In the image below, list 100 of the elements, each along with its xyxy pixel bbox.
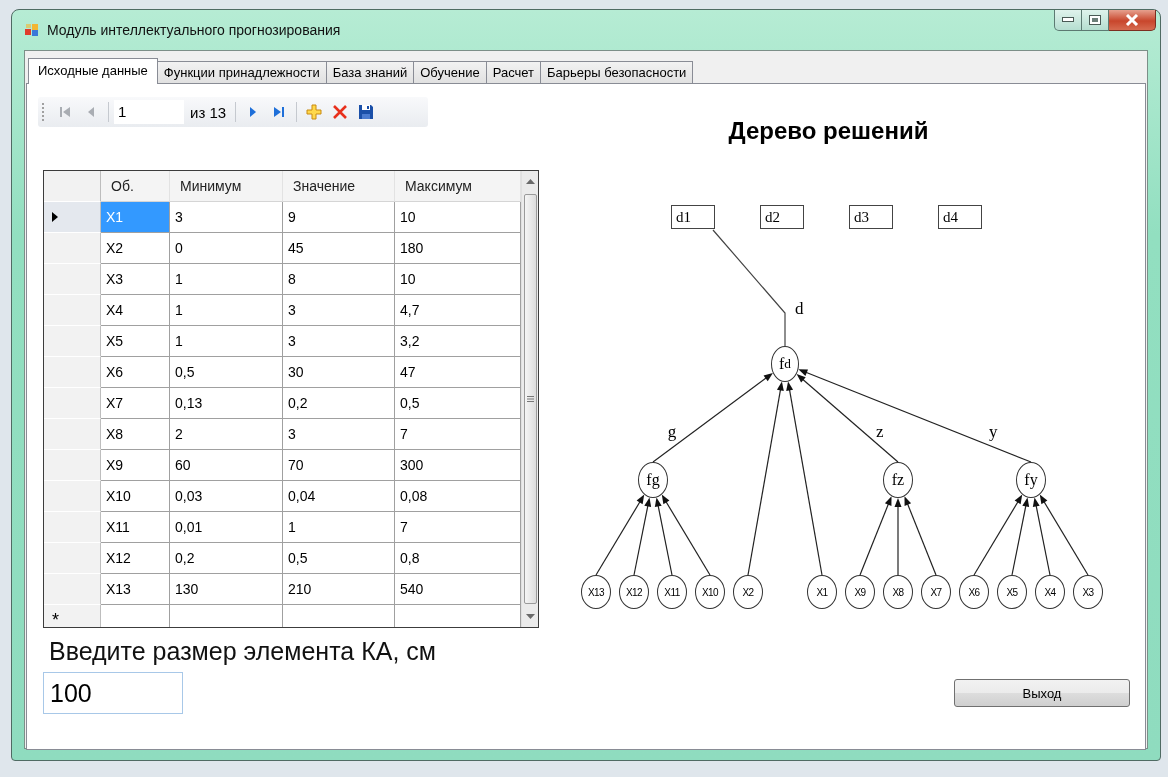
row-header[interactable] xyxy=(44,543,101,574)
row-header[interactable] xyxy=(44,450,101,481)
table-cell: 70 xyxy=(283,450,395,481)
grip-icon xyxy=(526,396,534,402)
column-header[interactable]: Об. xyxy=(101,171,170,202)
tab[interactable]: Расчет xyxy=(485,61,541,83)
current-row-icon xyxy=(52,212,58,222)
row-header[interactable] xyxy=(44,512,101,543)
output-box: d2 xyxy=(760,205,804,229)
corner-header xyxy=(44,171,101,202)
tab[interactable]: Исходные данные xyxy=(28,58,158,84)
record-count: из 13 xyxy=(189,103,228,121)
output-box: d4 xyxy=(938,205,982,229)
table-cell: 60 xyxy=(170,450,283,481)
tree-node: X11 xyxy=(657,575,687,609)
row-header[interactable] xyxy=(44,481,101,512)
row-header[interactable] xyxy=(44,202,101,233)
table-cell: 1 xyxy=(170,326,283,357)
row-header[interactable] xyxy=(44,295,101,326)
table-cell: X12 xyxy=(101,543,170,574)
table-cell: X7 xyxy=(101,388,170,419)
plus-icon[interactable] xyxy=(306,104,323,120)
tree-node: fy xyxy=(1016,462,1046,498)
table-cell: 0,5 xyxy=(170,357,283,388)
size-input[interactable]: 100 xyxy=(43,672,183,714)
position-field[interactable]: 1 xyxy=(114,100,184,124)
tab[interactable]: Функции принадлежности xyxy=(156,61,327,83)
table-cell: 9 xyxy=(283,202,395,233)
table-cell: 1 xyxy=(170,264,283,295)
row-header[interactable] xyxy=(44,326,101,357)
table-cell: X6 xyxy=(101,357,170,388)
table-cell: X4 xyxy=(101,295,170,326)
table-cell: X8 xyxy=(101,419,170,450)
table-cell: X13 xyxy=(101,574,170,605)
table-cell: 3 xyxy=(283,419,395,450)
tab[interactable]: База знаний xyxy=(325,61,415,83)
diagram-title: Дерево решений xyxy=(728,117,930,145)
table-cell: 1 xyxy=(283,512,395,543)
scroll-up-icon[interactable] xyxy=(525,179,535,184)
edge-label: d xyxy=(795,299,804,319)
table-cell: 0,01 xyxy=(170,512,283,543)
tree-node: X8 xyxy=(883,575,913,609)
table-cell: X11 xyxy=(101,512,170,543)
scrollbar[interactable] xyxy=(521,171,538,627)
scroll-down-icon[interactable] xyxy=(525,614,535,619)
maximize-icon[interactable] xyxy=(1089,15,1101,25)
edge-label: y xyxy=(989,422,998,442)
table-cell: 210 xyxy=(283,574,395,605)
table-cell: 2 xyxy=(170,419,283,450)
tree-node: X13 xyxy=(581,575,611,609)
delete-icon[interactable] xyxy=(332,104,349,120)
table-cell: 3 xyxy=(170,202,283,233)
table-cell: 0,5 xyxy=(283,543,395,574)
minimize-button[interactable] xyxy=(1054,10,1082,31)
scroll-thumb[interactable] xyxy=(523,194,537,604)
table-cell: X3 xyxy=(101,264,170,295)
row-header[interactable] xyxy=(44,574,101,605)
close-icon[interactable] xyxy=(1125,14,1139,26)
tree-node: X4 xyxy=(1035,575,1065,609)
table-cell: 3 xyxy=(283,295,395,326)
table-cell: X9 xyxy=(101,450,170,481)
table-cell: X10 xyxy=(101,481,170,512)
table-cell: 45 xyxy=(283,233,395,264)
row-header[interactable] xyxy=(44,233,101,264)
tree-node: X7 xyxy=(921,575,951,609)
column-header[interactable]: Максимум xyxy=(395,171,521,202)
row-header[interactable] xyxy=(44,419,101,450)
tree-node: X10 xyxy=(695,575,725,609)
table-cell: 0,2 xyxy=(170,543,283,574)
table-cell: 8 xyxy=(283,264,395,295)
column-header[interactable]: Минимум xyxy=(170,171,283,202)
output-box: d1 xyxy=(671,205,715,229)
table-cell: X2 xyxy=(101,233,170,264)
tree-node: X12 xyxy=(619,575,649,609)
table-cell: 30 xyxy=(283,357,395,388)
table-cell: 0 xyxy=(170,233,283,264)
table-cell: 0,03 xyxy=(170,481,283,512)
tree-node: X5 xyxy=(997,575,1027,609)
row-header[interactable] xyxy=(44,388,101,419)
save-icon[interactable] xyxy=(358,104,375,120)
edge-label: z xyxy=(876,422,884,442)
close-button[interactable] xyxy=(1109,10,1156,31)
tree-node: X3 xyxy=(1073,575,1103,609)
maximize-button[interactable] xyxy=(1082,10,1109,31)
exit-button[interactable]: Выход xyxy=(954,679,1130,707)
table-cell: X1 xyxy=(101,202,170,233)
table-cell: 130 xyxy=(170,574,283,605)
row-header[interactable] xyxy=(44,264,101,295)
tree-node: X1 xyxy=(807,575,837,609)
row-header[interactable] xyxy=(44,357,101,388)
table-cell: X5 xyxy=(101,326,170,357)
tab[interactable]: Барьеры безопасности xyxy=(540,61,694,83)
minimize-icon[interactable] xyxy=(1062,17,1074,23)
table-cell: 0,04 xyxy=(283,481,395,512)
toolbar-grip xyxy=(42,103,47,121)
tree-node: X2 xyxy=(733,575,763,609)
column-header[interactable]: Значение xyxy=(283,171,395,202)
edge-label: g xyxy=(667,422,677,442)
tab[interactable]: Обучение xyxy=(413,61,487,83)
table-cell: 0,13 xyxy=(170,388,283,419)
